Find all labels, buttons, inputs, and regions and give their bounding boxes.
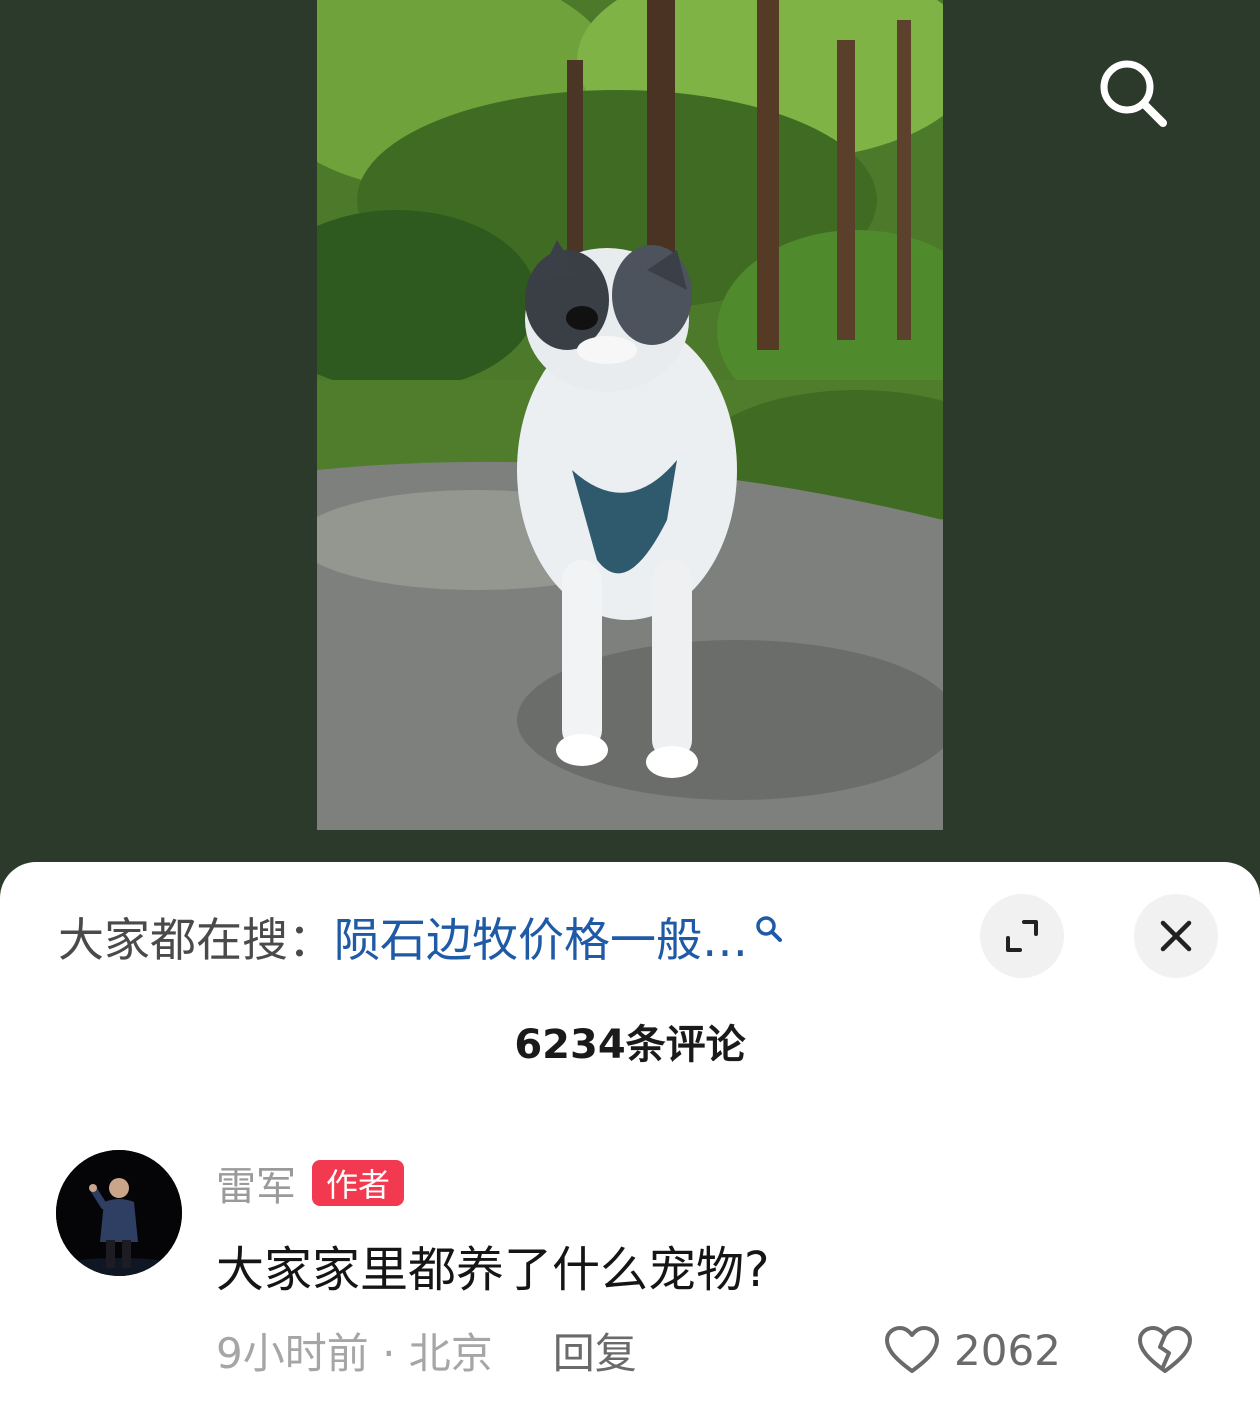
search-icon [754,914,784,944]
comment-meta: 9小时前 · 北京 回复 [216,1320,637,1380]
hot-search-query-link[interactable]: 陨石边牧价格一般… [334,904,748,970]
dislike-button[interactable] [1134,1320,1196,1380]
comment-sheet: 大家都在搜： 陨石边牧价格一般… 6234条评论 雷军 作者 大家家里都养了什么… [0,862,1260,1423]
comment-count-title: 6234条评论 [514,1022,746,1068]
close-button[interactable] [1134,894,1218,978]
comment-time-location: 9小时前 · 北京 [216,1328,493,1378]
search-button[interactable] [1088,48,1178,138]
author-name[interactable]: 雷军 [216,1154,296,1212]
post-photo-dog[interactable] [317,0,943,830]
hot-search-prefix: 大家都在搜： [58,913,334,967]
hot-search-bar[interactable]: 大家都在搜： 陨石边牧价格一般… [58,906,784,968]
avatar[interactable] [56,1150,182,1276]
expand-icon [1006,920,1038,952]
comment-item: 雷军 作者 大家家里都养了什么宠物? 9小时前 · 北京 回复 2062 [0,1150,1260,1410]
author-badge: 作者 [312,1160,405,1206]
like-button[interactable]: 2062 [884,1320,1061,1380]
screen: 大家都在搜： 陨石边牧价格一般… 6234条评论 雷军 作者 大家家里都养了什么… [0,0,1260,1423]
expand-button[interactable] [980,894,1064,978]
search-icon [1100,60,1167,127]
media-area [0,0,1260,880]
author-row: 雷军 作者 [216,1158,405,1210]
close-icon [1160,920,1192,952]
broken-heart-icon [1138,1326,1192,1373]
reply-button[interactable]: 回复 [553,1320,637,1381]
comment-text: 大家家里都养了什么宠物? [216,1242,770,1298]
heart-icon [885,1326,939,1373]
like-count: 2062 [954,1325,1061,1375]
